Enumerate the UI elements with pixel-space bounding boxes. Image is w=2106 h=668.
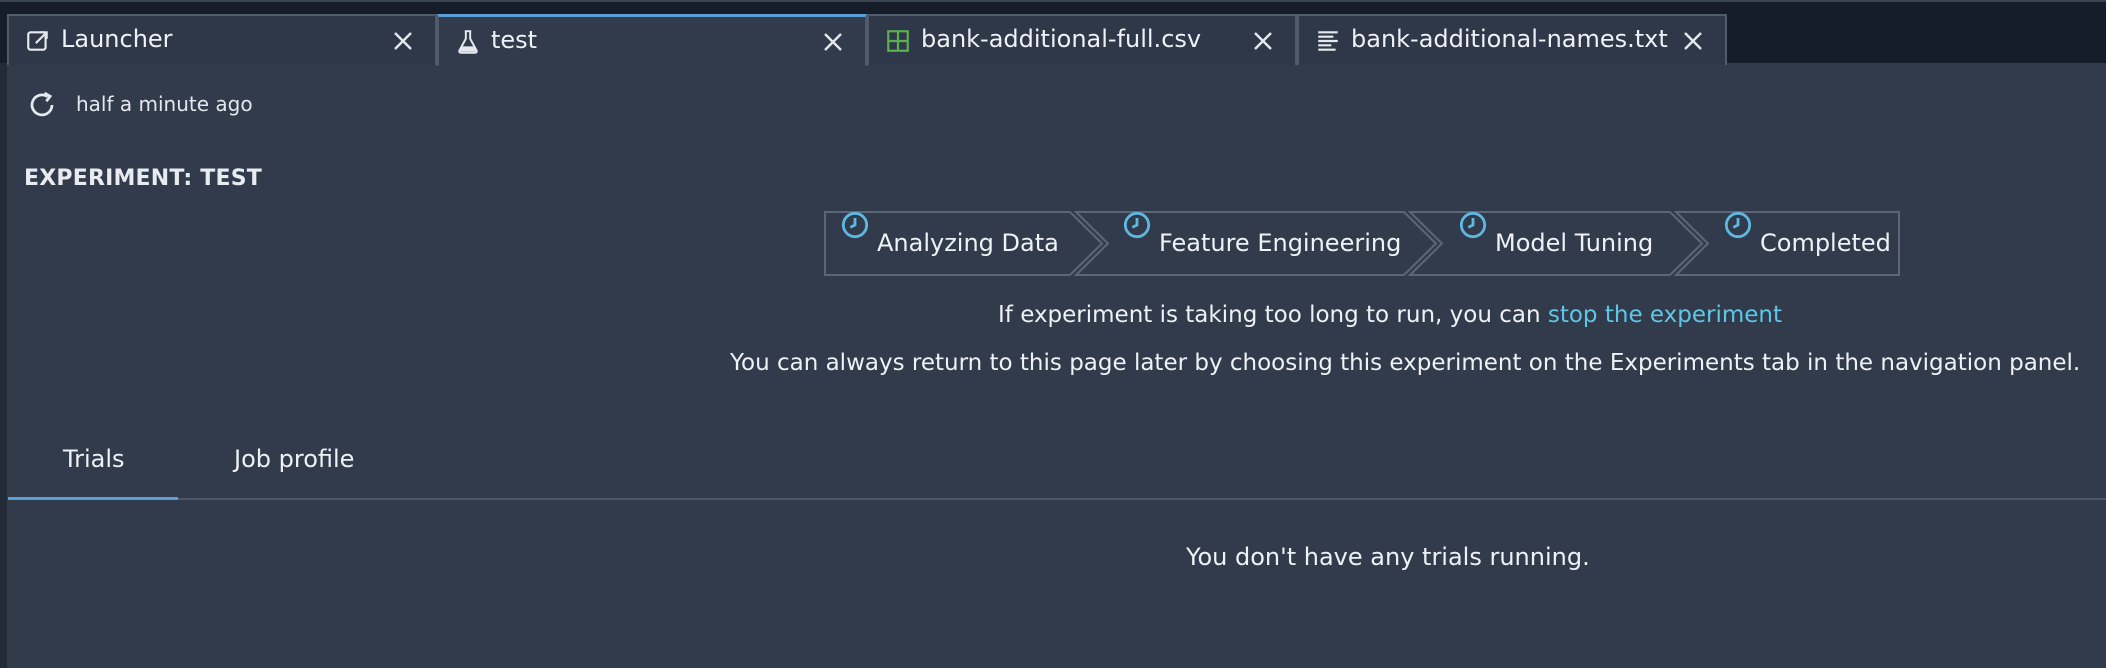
step-feature-engineering: Feature Engineering	[1159, 229, 1402, 257]
active-tab-indicator	[8, 497, 178, 500]
text-file-icon	[1318, 31, 1338, 51]
tab-label: Launcher	[61, 25, 173, 53]
tab-job-profile[interactable]: Job profile	[234, 445, 354, 473]
tab-bar: Launcher test bank-additional-full.csv b…	[0, 0, 2106, 66]
tab-test[interactable]: test	[437, 14, 867, 66]
clock-icon	[1724, 211, 1752, 239]
long-run-note: If experiment is taking too long to run,…	[998, 302, 1782, 328]
flask-icon	[458, 30, 478, 54]
left-edge	[0, 63, 7, 668]
step-analyzing-data: Analyzing Data	[877, 229, 1059, 257]
tab-bank-additional-full[interactable]: bank-additional-full.csv	[867, 14, 1297, 65]
close-icon[interactable]	[391, 29, 415, 53]
step-model-tuning: Model Tuning	[1495, 229, 1654, 257]
close-icon[interactable]	[1251, 29, 1275, 53]
last-refreshed-text: half a minute ago	[76, 92, 253, 116]
stop-experiment-link[interactable]: stop the experiment	[1548, 302, 1782, 328]
return-note: You can always return to this page later…	[730, 350, 2081, 376]
close-icon[interactable]	[821, 30, 845, 54]
long-run-text: If experiment is taking too long to run,…	[998, 302, 1548, 328]
clock-icon	[841, 211, 869, 239]
tab-label: bank-additional-full.csv	[921, 25, 1202, 53]
tab-label: test	[491, 26, 538, 54]
step-completed: Completed	[1760, 229, 1891, 257]
tab-label: bank-additional-names.txt	[1351, 25, 1668, 53]
clock-icon	[1459, 211, 1487, 239]
launcher-icon	[27, 31, 48, 51]
no-trials-message: You don't have any trials running.	[1186, 543, 1590, 571]
tab-trials[interactable]: Trials	[63, 445, 125, 473]
tabs-divider	[8, 498, 2106, 500]
clock-icon	[1123, 211, 1151, 239]
refresh-icon[interactable]	[27, 90, 57, 120]
tab-bank-additional-names[interactable]: bank-additional-names.txt	[1297, 14, 1727, 65]
close-icon[interactable]	[1681, 29, 1705, 53]
experiment-steps: Analyzing Data Feature Engineering Model…	[824, 211, 1900, 276]
table-icon	[887, 30, 909, 52]
experiment-title: EXPERIMENT: TEST	[24, 166, 262, 191]
tab-launcher[interactable]: Launcher	[7, 14, 437, 65]
